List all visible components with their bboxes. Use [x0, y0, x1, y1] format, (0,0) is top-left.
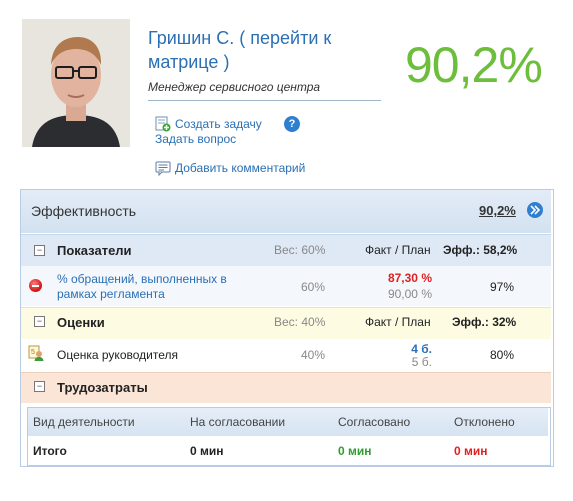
rating-eff: 80%: [490, 348, 515, 362]
total-label: Итого: [33, 444, 67, 458]
collapse-ratings-icon[interactable]: −: [34, 316, 45, 327]
indicator-weight: 60%: [301, 280, 326, 294]
ratings-fact-plan-header: Факт / План: [365, 315, 431, 329]
expand-arrow-icon[interactable]: [527, 202, 543, 218]
indicator-label-line2: рамках регламента: [57, 287, 165, 301]
col-approved: Согласовано: [338, 415, 411, 429]
create-task-link[interactable]: Создать задачу: [175, 117, 262, 131]
total-approved: 0 мин: [338, 444, 372, 458]
ratings-eff: Эфф.: 32%: [452, 315, 517, 329]
indicators-eff: Эфф.: 58,2%: [443, 243, 518, 257]
col-pending: На согласовании: [190, 415, 286, 429]
close-paren: ): [223, 52, 230, 72]
avatar: [22, 19, 130, 147]
indicators-fact-plan-header: Факт / План: [365, 243, 431, 257]
add-comment-action[interactable]: Добавить комментарий: [155, 160, 305, 177]
create-task-action[interactable]: Создать задачу: [155, 116, 262, 132]
add-comment-link[interactable]: Добавить комментарий: [175, 161, 305, 175]
indicator-eff: 97%: [490, 280, 515, 294]
employee-name-block: Гришин С. ( перейти к матрице ): [148, 26, 338, 74]
divider: [148, 100, 381, 101]
indicators-weight: Вес: 60%: [274, 243, 326, 257]
total-score: 90,2%: [405, 37, 543, 93]
effectiveness-value-link[interactable]: 90,2%: [479, 203, 516, 218]
collapse-labor-icon[interactable]: −: [34, 381, 45, 392]
comment-icon: [155, 160, 171, 177]
rating-label: Оценка руководителя: [57, 348, 178, 362]
total-rejected: 0 мин: [454, 444, 488, 458]
rating-plan: 5 б.: [411, 355, 432, 369]
indicator-fact: 87,30 %: [387, 271, 432, 285]
col-rejected: Отклонено: [454, 415, 515, 429]
status-red-icon: [29, 279, 42, 292]
create-task-icon: [155, 116, 171, 132]
employee-role: Менеджер сервисного центра: [148, 80, 321, 94]
rating-fact[interactable]: 4 б.: [372, 342, 432, 356]
indicator-plan: 90,00 %: [387, 287, 432, 301]
person-photo: [22, 19, 130, 147]
svg-text:5: 5: [31, 349, 35, 356]
indicators-title: Показатели: [57, 243, 132, 258]
ask-question-link[interactable]: Задать вопрос: [155, 132, 236, 146]
ratings-weight: Вес: 40%: [274, 315, 326, 329]
indicator-label-line1: % обращений, выполненных в: [57, 272, 227, 286]
col-activity-type: Вид деятельности: [33, 415, 135, 429]
employee-name: Гришин С.: [148, 28, 235, 48]
effectiveness-title: Эффективность: [31, 203, 137, 219]
help-icon[interactable]: ?: [284, 116, 300, 132]
open-paren: (: [239, 28, 246, 48]
indicator-link[interactable]: % обращений, выполненных в рамках реглам…: [57, 272, 227, 302]
total-pending: 0 мин: [190, 444, 224, 458]
rating-weight: 40%: [301, 348, 326, 362]
collapse-indicators-icon[interactable]: −: [34, 245, 45, 256]
manager-rating-icon: 5: [28, 345, 44, 361]
ratings-title: Оценки: [57, 315, 105, 330]
labor-title: Трудозатраты: [57, 380, 148, 395]
